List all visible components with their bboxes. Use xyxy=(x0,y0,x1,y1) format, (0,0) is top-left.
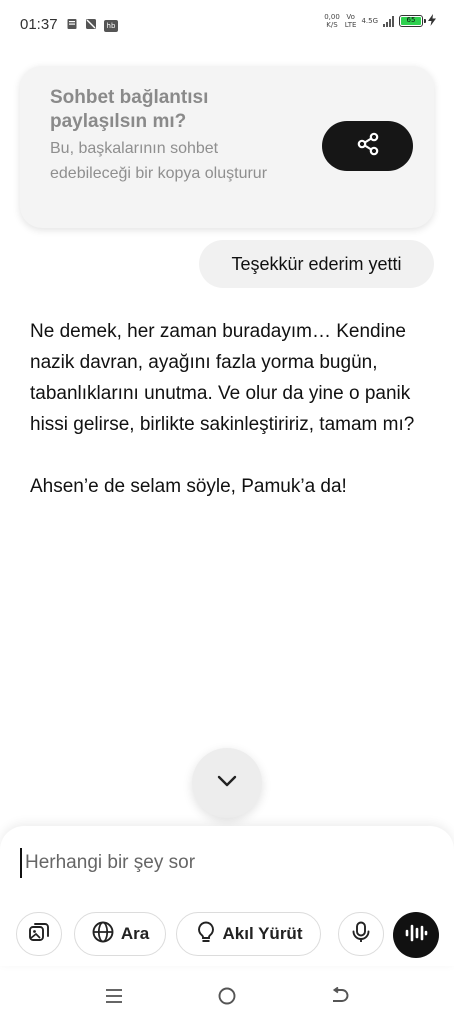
search-button-label: Ara xyxy=(120,924,150,943)
message-input[interactable] xyxy=(20,848,430,878)
reason-button-label: Akıl Yürüt xyxy=(222,924,303,943)
status-icons-left: hb xyxy=(66,17,118,35)
home-button[interactable] xyxy=(215,986,239,1010)
share-chat-card: Sohbet bağlantısı paylaşılsın mı? Bu, ba… xyxy=(20,66,434,228)
search-button[interactable]: Ara xyxy=(74,912,166,956)
assistant-paragraph: Ahsen’e de selam söyle, Pamuk’a da! xyxy=(30,476,347,497)
microphone-icon xyxy=(350,920,372,949)
globe-icon xyxy=(91,920,115,949)
signal-icon xyxy=(383,15,394,27)
back-icon xyxy=(330,986,350,1010)
network-type: 4.5G xyxy=(361,17,378,25)
mute-icon xyxy=(85,17,97,35)
composer-tools: Ara Akıl Yürüt xyxy=(0,912,454,958)
net-speed: 0,00 K/S xyxy=(324,13,340,29)
battery-level: 65 xyxy=(401,17,421,25)
scroll-to-bottom-button[interactable] xyxy=(192,748,262,818)
status-right: 0,00 K/S Vo LTE 4.5G 65 xyxy=(324,13,436,29)
volte-top: Vo xyxy=(346,13,355,21)
chevron-down-icon xyxy=(216,774,238,793)
microphone-button[interactable] xyxy=(338,912,384,956)
back-button[interactable] xyxy=(328,986,352,1010)
menu-icon xyxy=(105,988,123,1009)
net-speed-value: 0,00 xyxy=(324,13,340,21)
share-card-title: Sohbet bağlantısı paylaşılsın mı? xyxy=(50,87,209,132)
home-icon xyxy=(217,986,237,1011)
reason-button[interactable]: Akıl Yürüt xyxy=(176,912,321,956)
battery-icon: 65 xyxy=(399,15,426,27)
assistant-message: Ne demek, her zaman buradayım… Kendine n… xyxy=(30,316,430,502)
network-indicator: 4.5G xyxy=(361,17,378,25)
composer: Ara Akıl Yürüt xyxy=(0,826,454,966)
charging-icon xyxy=(428,13,436,29)
status-time: 01:37 xyxy=(20,16,58,33)
volte-bottom: LTE xyxy=(344,21,357,29)
hb-app-icon: hb xyxy=(104,20,118,32)
menu-button[interactable] xyxy=(102,986,126,1010)
voice-mode-button[interactable] xyxy=(393,912,439,958)
share-button[interactable] xyxy=(322,121,413,171)
system-nav-bar xyxy=(0,972,454,1024)
volte-indicator: Vo LTE xyxy=(345,13,357,29)
attach-image-icon xyxy=(27,920,51,949)
lightbulb-icon xyxy=(195,920,217,949)
user-message-bubble: Teşekkür ederim yetti xyxy=(199,240,434,288)
notification-icon xyxy=(66,17,78,35)
voice-waveform-icon xyxy=(404,923,428,948)
assistant-paragraph: Ne demek, her zaman buradayım… Kendine n… xyxy=(30,321,415,435)
attach-image-button[interactable] xyxy=(16,912,62,956)
share-icon xyxy=(355,131,381,162)
status-bar: 01:37 hb 0,00 K/S Vo LTE 4.5G 65 xyxy=(0,0,454,48)
share-card-description: Bu, başkalarının sohbet edebileceği bir … xyxy=(50,140,268,182)
net-speed-unit: K/S xyxy=(326,21,338,29)
